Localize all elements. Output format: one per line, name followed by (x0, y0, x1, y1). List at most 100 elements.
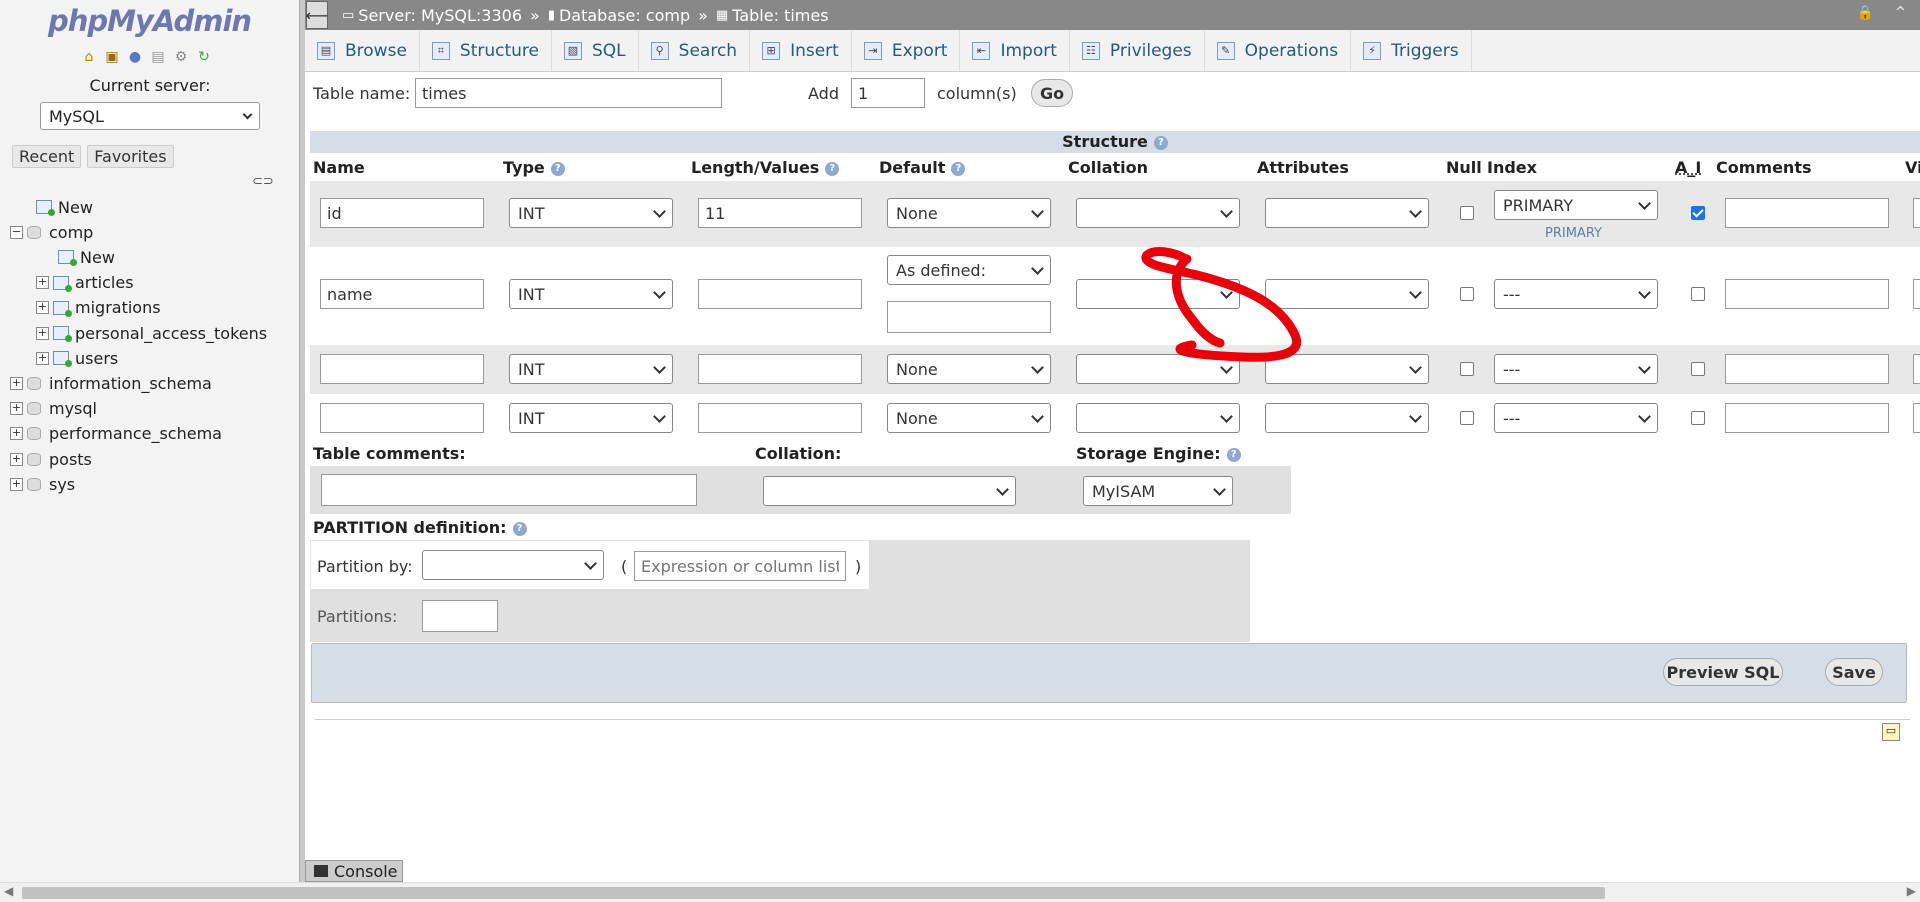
expand-icon[interactable]: + (10, 427, 23, 441)
exit-icon[interactable]: ▣ (103, 48, 121, 66)
table-name-input[interactable]: times (415, 78, 722, 108)
breadcrumb-table[interactable]: Table: times (732, 6, 828, 25)
auto-increment-checkbox[interactable] (1691, 362, 1705, 376)
column-index-select[interactable]: --- (1494, 403, 1658, 433)
breadcrumb-database[interactable]: Database: comp (559, 6, 690, 25)
tree-item-label[interactable]: posts (49, 450, 92, 469)
preview-sql-button[interactable]: Preview SQL (1663, 658, 1783, 686)
column-collation-select[interactable] (1076, 403, 1240, 433)
expand-icon[interactable]: + (36, 351, 49, 365)
null-checkbox[interactable] (1460, 362, 1474, 376)
reload-icon[interactable]: ↻ (195, 48, 213, 66)
collapse-nav-button[interactable]: ⟵ (306, 1, 328, 29)
partitions-input[interactable] (422, 600, 498, 632)
recent-tab[interactable]: Recent (12, 145, 82, 168)
column-length-input[interactable] (698, 354, 862, 384)
table-collation-select[interactable] (763, 476, 1016, 506)
null-checkbox[interactable] (1460, 411, 1474, 425)
tree-table-item[interactable]: + migrations (36, 297, 161, 319)
tree-db-item[interactable]: + posts (10, 448, 92, 470)
tree-item-new[interactable]: New (36, 246, 115, 268)
auto-increment-checkbox[interactable] (1691, 287, 1705, 301)
expand-icon[interactable]: + (36, 301, 49, 315)
expand-icon[interactable]: + (10, 452, 23, 466)
column-length-input[interactable] (698, 279, 862, 309)
tab-import[interactable]: ⇤ Import (960, 30, 1070, 71)
save-button[interactable]: Save (1825, 658, 1883, 686)
help-icon[interactable]: ? (512, 521, 527, 536)
help-icon[interactable]: ● (126, 48, 144, 66)
tree-table-item[interactable]: + articles (36, 272, 134, 294)
tree-table-item[interactable]: + users (36, 347, 118, 369)
help-icon[interactable]: ? (1153, 135, 1168, 150)
help-icon[interactable]: ? (550, 161, 565, 176)
expand-icon[interactable]: + (10, 376, 23, 390)
docs-icon[interactable]: ▤ (149, 48, 167, 66)
column-attributes-select[interactable] (1265, 403, 1429, 433)
expand-icon[interactable]: + (10, 402, 23, 416)
tab-triggers[interactable]: ⚡ Triggers (1351, 30, 1472, 71)
null-checkbox[interactable] (1460, 206, 1474, 220)
tree-db-item[interactable]: + mysql (10, 398, 97, 420)
table-comments-input[interactable] (321, 474, 697, 506)
collapse-icon[interactable]: ⌃ (1893, 3, 1908, 24)
column-name-input[interactable] (320, 403, 484, 433)
tab-privileges[interactable]: ☷ Privileges (1070, 30, 1205, 71)
column-type-select[interactable]: INT (509, 354, 673, 384)
tree-item-label[interactable]: sys (49, 475, 75, 494)
tree-db-item[interactable]: + sys (10, 473, 75, 495)
console-tab[interactable]: Console (305, 860, 403, 882)
column-name-input[interactable]: id (320, 198, 484, 228)
column-type-select[interactable]: INT (509, 198, 673, 228)
tab-structure[interactable]: ⌗ Structure (420, 30, 552, 71)
partition-by-select[interactable] (422, 550, 604, 580)
home-icon[interactable]: ⌂ (80, 48, 98, 66)
tree-item-label[interactable]: users (75, 349, 118, 368)
column-length-input[interactable]: 11 (698, 198, 862, 228)
expand-icon[interactable]: + (36, 276, 49, 290)
add-columns-input[interactable]: 1 (851, 78, 925, 108)
partition-expression-input[interactable] (634, 551, 846, 581)
tab-sql[interactable]: ▧ SQL (552, 30, 639, 71)
column-virtuality-select[interactable] (1913, 354, 1920, 384)
tree-item-label[interactable]: migrations (75, 298, 161, 317)
tree-item-new[interactable]: New (28, 196, 93, 218)
auto-increment-checkbox[interactable] (1691, 411, 1705, 425)
column-default-select[interactable]: None (887, 403, 1051, 433)
column-collation-select[interactable] (1076, 198, 1240, 228)
column-comments-input[interactable] (1725, 403, 1889, 433)
column-comments-input[interactable] (1725, 354, 1889, 384)
favorites-tab[interactable]: Favorites (87, 145, 174, 168)
collapse-icon[interactable]: − (10, 225, 23, 239)
column-type-select[interactable]: INT (509, 279, 673, 309)
auto-increment-checkbox[interactable] (1691, 206, 1705, 220)
column-virtuality-select[interactable] (1913, 403, 1920, 433)
tab-operations[interactable]: ✎ Operations (1205, 30, 1352, 71)
tree-item-label[interactable]: New (58, 198, 93, 217)
column-virtuality-select[interactable] (1913, 279, 1920, 309)
column-name-input[interactable]: name (320, 279, 484, 309)
column-type-select[interactable]: INT (509, 403, 673, 433)
phpmyadmin-logo[interactable]: phpMyAdmin (48, 4, 252, 38)
column-default-select[interactable]: None (887, 198, 1051, 228)
column-comments-input[interactable] (1725, 279, 1889, 309)
null-checkbox[interactable] (1460, 287, 1474, 301)
scroll-left-icon[interactable]: ◀ (4, 884, 13, 898)
tree-item-label[interactable]: personal_access_tokens (75, 324, 267, 343)
help-icon[interactable]: ? (825, 161, 840, 176)
index-name-link[interactable]: PRIMARY (1545, 226, 1602, 241)
tab-search[interactable]: ⚲ Search (639, 30, 751, 71)
expand-icon[interactable]: + (36, 326, 49, 340)
help-icon[interactable]: ? (951, 161, 966, 176)
breadcrumb-server[interactable]: Server: MySQL:3306 (358, 6, 522, 25)
help-icon[interactable]: ? (1226, 447, 1241, 462)
column-index-select[interactable]: --- (1494, 354, 1658, 384)
column-index-select[interactable]: PRIMARY (1494, 190, 1658, 220)
column-comments-input[interactable] (1725, 198, 1889, 228)
scroll-right-icon[interactable]: ▶ (1907, 884, 1916, 898)
tab-export[interactable]: ⇥ Export (852, 30, 961, 71)
column-attributes-select[interactable] (1265, 198, 1429, 228)
tree-item-label[interactable]: New (80, 248, 115, 267)
column-length-input[interactable] (698, 403, 862, 433)
tree-item-label[interactable]: performance_schema (49, 424, 222, 443)
